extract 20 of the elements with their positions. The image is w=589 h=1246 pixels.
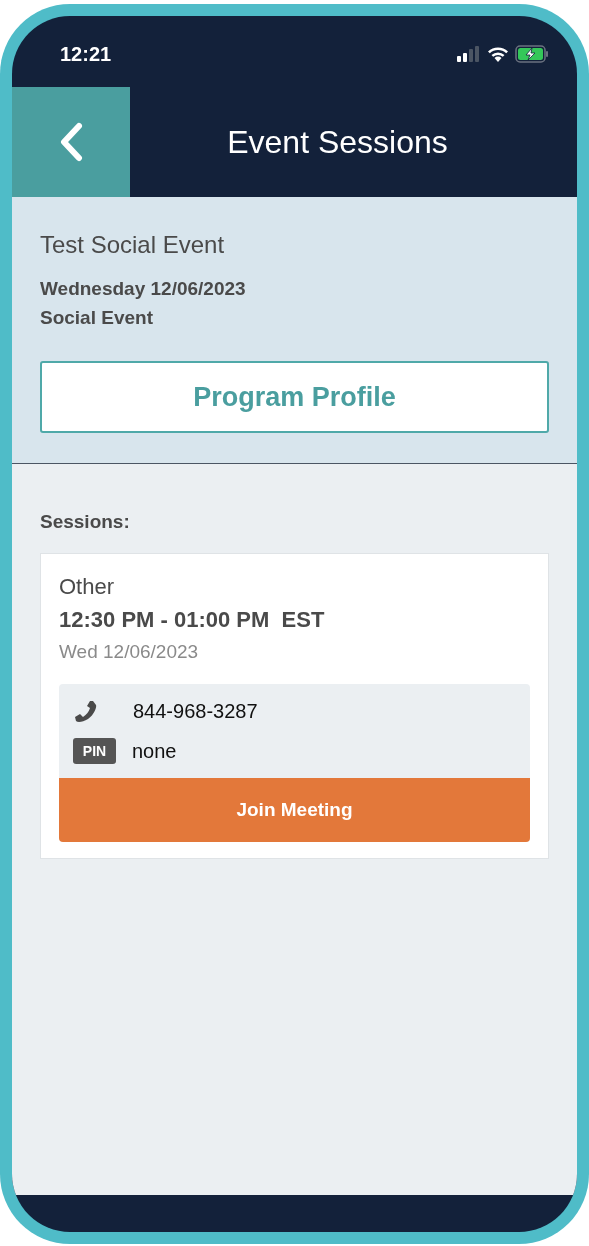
page-title: Event Sessions [227, 123, 448, 162]
signal-icon [457, 45, 481, 62]
back-icon [58, 122, 84, 162]
event-title: Test Social Event [40, 230, 226, 260]
session-name: Other [59, 572, 116, 601]
wifi-icon [487, 45, 509, 62]
pin-value: none [132, 739, 177, 764]
status-time: 12:21 [60, 41, 112, 67]
phone-icon [74, 699, 98, 723]
event-type: Social Event [40, 305, 154, 330]
session-date: Wed 12/06/2023 [59, 639, 200, 664]
program-profile-button[interactable]: Program Profile [40, 361, 549, 433]
back-button[interactable] [12, 87, 130, 197]
pin-badge: PIN [73, 738, 116, 764]
session-time: 12:30 PM - 01:00 PM EST [59, 605, 326, 634]
battery-icon [515, 44, 549, 63]
event-date: Wednesday 12/06/2023 [40, 277, 247, 301]
phone-number: 844-968-3287 [133, 699, 258, 724]
join-meeting-button[interactable]: Join Meeting [59, 778, 530, 842]
sessions-label: Sessions: [40, 510, 131, 534]
